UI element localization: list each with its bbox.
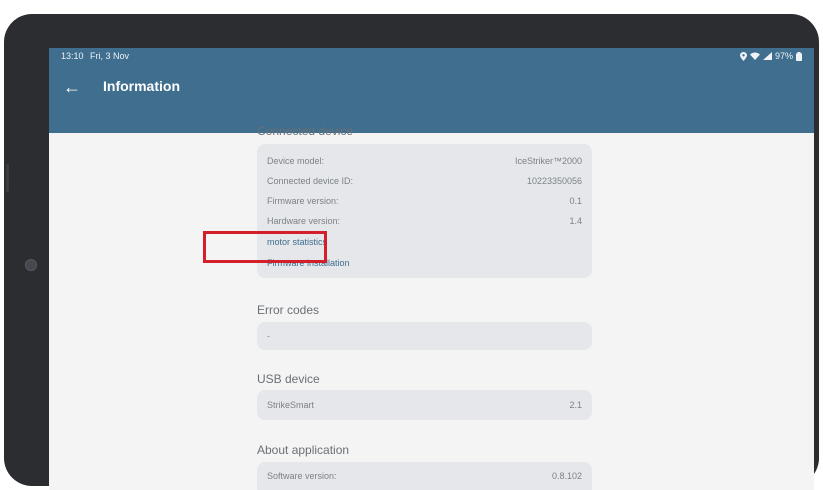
- status-time-date: 13:10 Fri, 3 Nov: [61, 51, 129, 61]
- status-date: Fri, 3 Nov: [90, 51, 130, 61]
- app-bar: 13:10 Fri, 3 Nov 97% ← Information: [49, 48, 814, 133]
- wifi-icon: [749, 52, 760, 60]
- back-arrow-icon[interactable]: ←: [63, 78, 81, 96]
- side-button: [6, 164, 9, 192]
- row-label: Software version:: [267, 471, 337, 481]
- highlight-box: [203, 231, 327, 263]
- about-application-card: Software version: 0.8.102: [257, 462, 592, 490]
- row-value: 1.4: [569, 216, 582, 226]
- row-label: Connected device ID:: [267, 176, 354, 186]
- usb-device-card: StrikeSmart 2.1: [257, 390, 592, 420]
- error-codes-card: -: [257, 322, 592, 350]
- device-model-row: Device model: IceStriker™2000: [267, 156, 582, 174]
- battery-percent: 97%: [774, 51, 793, 61]
- status-icons: 97%: [739, 51, 802, 61]
- usb-device-row: StrikeSmart 2.1: [267, 400, 582, 418]
- tablet-frame: 13:10 Fri, 3 Nov 97% ← Information Conne…: [4, 14, 819, 490]
- battery-icon: [796, 51, 802, 61]
- row-label: Hardware version:: [267, 216, 341, 226]
- error-codes-value: -: [267, 331, 270, 341]
- front-camera: [25, 259, 37, 271]
- status-time: 13:10: [61, 51, 84, 61]
- signal-icon: [762, 52, 772, 60]
- usb-device-title: USB device: [257, 372, 320, 386]
- page-title: Information: [103, 78, 180, 94]
- row-value: IceStriker™2000: [514, 156, 582, 166]
- error-codes-title: Error codes: [257, 303, 320, 317]
- row-label: Firmware version:: [267, 196, 339, 206]
- row-label: StrikeSmart: [267, 400, 315, 410]
- connected-device-title: Connected device: [257, 124, 354, 138]
- location-icon: [739, 51, 747, 61]
- row-label: Device model:: [267, 156, 325, 166]
- device-id-row: Connected device ID: 10223350056: [267, 176, 582, 194]
- row-value: 0.8.102: [551, 471, 582, 481]
- about-application-title: About application: [257, 443, 350, 457]
- error-codes-row: -: [267, 331, 582, 349]
- status-bar: 13:10 Fri, 3 Nov 97%: [49, 48, 814, 66]
- software-version-row: Software version: 0.8.102: [267, 471, 582, 489]
- row-value: 0.1: [569, 196, 582, 206]
- row-value: 2.1: [569, 400, 582, 410]
- row-value: 10223350056: [526, 176, 582, 186]
- screen: 13:10 Fri, 3 Nov 97% ← Information Conne…: [49, 48, 814, 490]
- firmware-version-row: Firmware version: 0.1: [267, 196, 582, 214]
